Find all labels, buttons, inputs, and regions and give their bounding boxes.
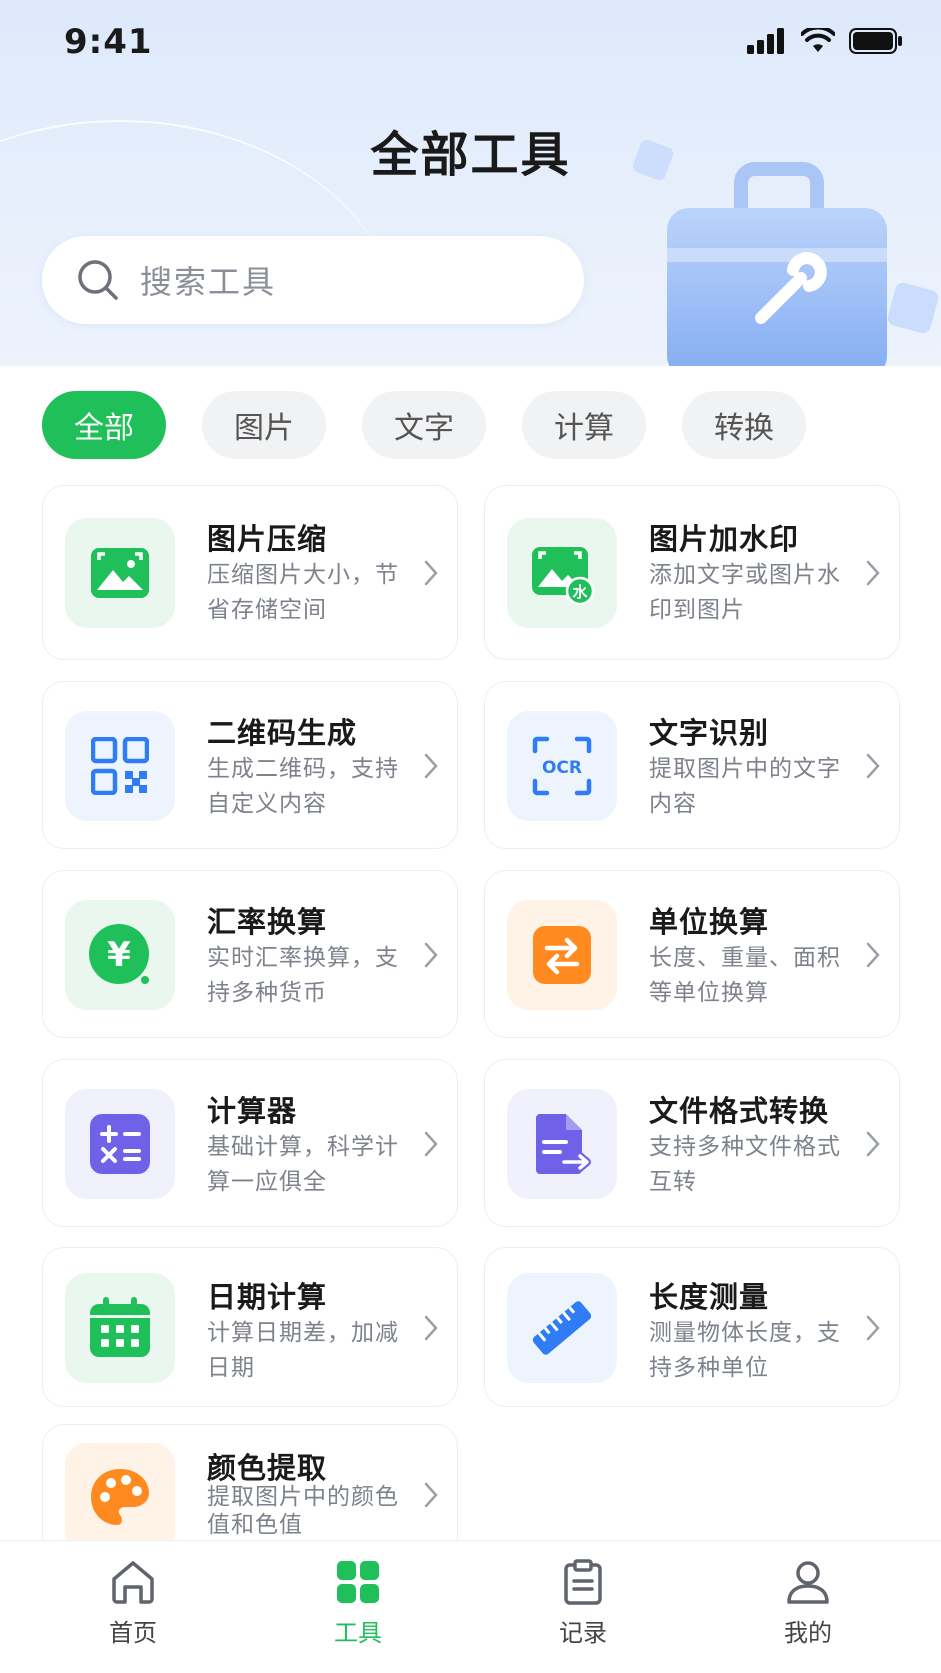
tool-icon-bg [507, 1273, 617, 1383]
bottom-tab-bar: 首页 工具 记录 我的 [0, 1540, 941, 1673]
tab-home[interactable]: 首页 [73, 1559, 193, 1648]
filter-chip-calc[interactable]: 计算 [522, 391, 646, 459]
tool-card-length-measure[interactable]: 长度测量 测量物体长度，支持多种单位 [484, 1247, 900, 1407]
chevron-right-icon [866, 1131, 880, 1157]
swap-icon [533, 926, 591, 984]
tool-desc: 实时汇率换算，支持多种货币 [207, 945, 399, 1006]
filter-tabs: 全部 图片 文字 计算 转换 [42, 391, 806, 459]
tool-title: 单位换算 [649, 905, 770, 939]
tool-card-currency[interactable]: ¥ 汇率换算 实时汇率换算，支持多种货币 [42, 870, 458, 1038]
tab-label: 我的 [784, 1619, 832, 1647]
tool-desc: 测量物体长度，支持多种单位 [649, 1320, 841, 1381]
ocr-icon-text: OCR [542, 758, 582, 778]
tool-title: 文件格式转换 [649, 1094, 830, 1128]
tool-desc: 压缩图片大小，节省存储空间 [207, 562, 399, 623]
status-time: 9:41 [64, 22, 153, 62]
tool-card-date-calc[interactable]: 日期计算 计算日期差，加减日期 [42, 1247, 458, 1407]
watermark-icon: 水 [532, 547, 594, 605]
tool-card-ocr[interactable]: OCR 文字识别 提取图片中的文字内容 [484, 681, 900, 849]
tool-card-qr-generate[interactable]: 二维码生成 生成二维码，支持自定义内容 [42, 681, 458, 849]
image-icon [91, 548, 149, 598]
tab-label: 工具 [334, 1619, 382, 1647]
tool-title: 图片压缩 [207, 522, 328, 556]
user-icon [787, 1561, 829, 1604]
tool-title: 计算器 [207, 1094, 298, 1128]
tool-desc: 支持多种文件格式互转 [649, 1134, 841, 1195]
header-banner: 9:41 全部工具 搜索工具 [0, 0, 941, 366]
ocr-icon: OCR [532, 736, 592, 796]
tool-desc: 生成二维码，支持自定义内容 [207, 756, 399, 817]
clipboard-icon [564, 1559, 602, 1605]
currency-icon-text: ¥ [107, 935, 131, 975]
tool-icon-bg [65, 1273, 175, 1383]
tool-icon-bg [65, 1089, 175, 1199]
chevron-right-icon [866, 942, 880, 968]
palette-icon [91, 1469, 149, 1525]
chevron-right-icon [424, 560, 438, 586]
tool-icon-bg: ¥ [65, 900, 175, 1010]
filter-chip-text[interactable]: 文字 [362, 391, 486, 459]
wifi-icon [801, 28, 835, 52]
tool-title: 日期计算 [207, 1280, 328, 1314]
grid-icon [337, 1561, 379, 1603]
tab-label: 首页 [109, 1619, 157, 1647]
tool-desc: 长度、重量、面积等单位换算 [649, 945, 841, 1006]
toolbox-illustration [632, 139, 939, 366]
filter-chip-convert[interactable]: 转换 [682, 391, 806, 459]
search-bar[interactable]: 搜索工具 [42, 236, 584, 324]
watermark-badge-text: 水 [572, 583, 588, 601]
tab-tools[interactable]: 工具 [298, 1559, 418, 1648]
tool-card-calculator[interactable]: 计算器 基础计算，科学计算一应俱全 [42, 1059, 458, 1227]
chevron-right-icon [424, 1131, 438, 1157]
tool-desc: 提取图片中的颜色值和色值 [207, 1484, 399, 1538]
tool-card-watermark[interactable]: 水 图片加水印 添加文字或图片水印到图片 [484, 485, 900, 660]
ruler-icon [532, 1301, 592, 1355]
tool-title: 二维码生成 [207, 716, 358, 750]
filter-chip-all[interactable]: 全部 [42, 391, 166, 459]
tool-desc: 计算日期差，加减日期 [207, 1320, 399, 1381]
tool-desc: 添加文字或图片水印到图片 [649, 562, 841, 623]
tool-title: 图片加水印 [649, 522, 800, 556]
chevron-right-icon [866, 1315, 880, 1341]
tool-icon-bg [507, 1089, 617, 1199]
search-placeholder: 搜索工具 [140, 263, 277, 301]
tool-icon-bg: OCR [507, 711, 617, 821]
chevron-right-icon [866, 753, 880, 779]
file-convert-icon [536, 1114, 591, 1174]
tool-title: 文字识别 [649, 716, 770, 750]
calculator-icon [90, 1114, 150, 1174]
chevron-right-icon [424, 1482, 438, 1508]
tool-card-image-compress[interactable]: 图片压缩 压缩图片大小，节省存储空间 [42, 485, 458, 660]
chevron-right-icon [424, 753, 438, 779]
tool-card-file-convert[interactable]: 文件格式转换 支持多种文件格式互转 [484, 1059, 900, 1227]
tool-title: 长度测量 [649, 1280, 770, 1314]
tab-profile[interactable]: 我的 [748, 1559, 868, 1648]
tab-records[interactable]: 记录 [523, 1559, 643, 1648]
qr-code-icon [91, 737, 149, 795]
home-icon [112, 1561, 154, 1604]
tool-icon-bg [65, 1443, 175, 1553]
chevron-right-icon [424, 1315, 438, 1341]
tab-label: 记录 [559, 1619, 607, 1647]
calendar-icon [90, 1297, 150, 1357]
chevron-right-icon [424, 942, 438, 968]
filter-chip-image[interactable]: 图片 [202, 391, 326, 459]
battery-icon [849, 28, 902, 54]
tool-card-unit-convert[interactable]: 单位换算 长度、重量、面积等单位换算 [484, 870, 900, 1038]
chevron-right-icon [866, 560, 880, 586]
status-icons [747, 28, 903, 54]
tool-icon-bg: 水 [507, 518, 617, 628]
tool-icon-bg [65, 518, 175, 628]
tool-title: 颜色提取 [207, 1451, 328, 1485]
tool-icon-bg [65, 711, 175, 821]
signal-icon [747, 28, 784, 54]
search-icon [78, 260, 118, 300]
tool-icon-bg [507, 900, 617, 1010]
currency-icon: ¥ [89, 924, 151, 986]
tool-desc: 提取图片中的文字内容 [649, 756, 841, 817]
tool-desc: 基础计算，科学计算一应俱全 [207, 1134, 399, 1195]
tool-title: 汇率换算 [207, 905, 328, 939]
